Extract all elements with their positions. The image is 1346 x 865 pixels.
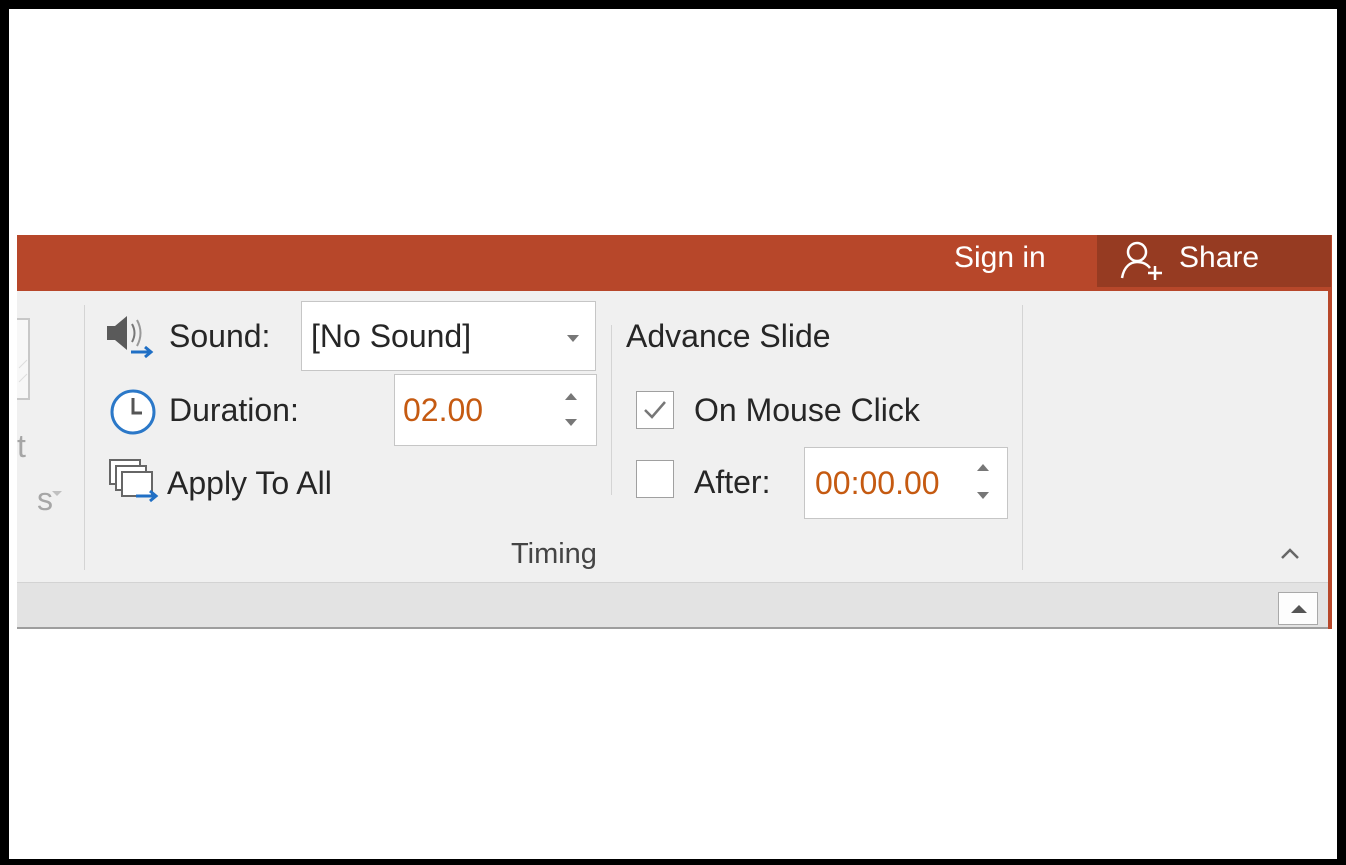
- spinner-down-arrow-icon[interactable]: [565, 419, 577, 426]
- sound-dropdown-value: [No Sound]: [311, 318, 472, 354]
- person-add-icon: [1120, 241, 1162, 280]
- apply-to-all-icon: [109, 459, 159, 503]
- after-checkbox[interactable]: [636, 460, 674, 498]
- ribbon-bottom-bar: [17, 582, 1328, 629]
- after-time-spinner[interactable]: 00:00.00: [804, 447, 1008, 519]
- timing-group-label: Timing: [511, 538, 597, 570]
- partial-command-icon: [17, 318, 30, 400]
- dropdown-arrow-icon: [52, 491, 62, 496]
- partial-label-1: t: [17, 428, 26, 464]
- after-time-value: 00:00.00: [815, 465, 940, 501]
- after-label[interactable]: After:: [694, 464, 770, 501]
- chevron-up-icon[interactable]: [1280, 546, 1300, 560]
- window-edge-accent: [1328, 291, 1332, 629]
- subgroup-separator: [611, 325, 612, 495]
- advance-slide-heading: Advance Slide: [626, 318, 831, 354]
- share-button[interactable]: Share: [1097, 235, 1331, 287]
- clock-icon: [110, 389, 156, 435]
- group-separator: [84, 305, 85, 570]
- checkmark-icon: [644, 401, 666, 419]
- scroll-up-arrow-icon[interactable]: [1278, 592, 1318, 625]
- sound-dropdown[interactable]: [No Sound]: [301, 301, 596, 371]
- group-separator-right: [1022, 305, 1023, 570]
- spinner-down-arrow-icon[interactable]: [977, 492, 989, 499]
- duration-label: Duration:: [169, 392, 299, 428]
- spinner-up-arrow-icon[interactable]: [565, 393, 577, 400]
- on-mouse-click-checkbox[interactable]: [636, 391, 674, 429]
- sign-in-link[interactable]: Sign in: [948, 235, 1052, 281]
- share-label: Share: [1179, 241, 1260, 274]
- duration-spinner[interactable]: 02.00: [394, 374, 597, 446]
- speaker-icon: [107, 316, 154, 359]
- sound-label: Sound:: [169, 318, 271, 354]
- chevron-down-icon: [567, 335, 579, 342]
- on-mouse-click-label[interactable]: On Mouse Click: [694, 392, 920, 429]
- spinner-up-arrow-icon[interactable]: [977, 464, 989, 471]
- apply-to-all-button[interactable]: Apply To All: [167, 465, 332, 502]
- partial-label-2: s: [37, 481, 53, 517]
- duration-value: 02.00: [403, 392, 484, 428]
